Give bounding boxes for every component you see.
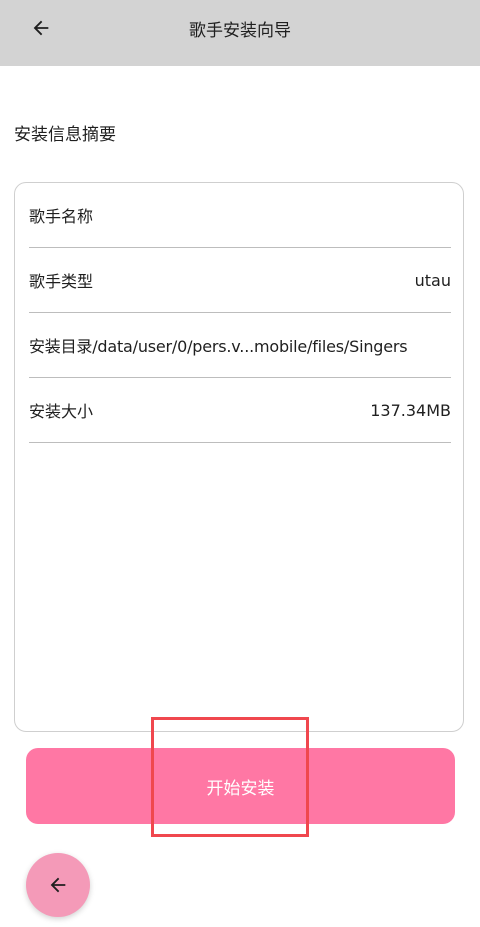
singer-name-row: 歌手名称 bbox=[29, 183, 451, 248]
singer-type-row: 歌手类型 utau bbox=[29, 248, 451, 313]
install-size-label: 安装大小 bbox=[29, 402, 94, 421]
singer-name-label: 歌手名称 bbox=[29, 207, 94, 226]
fab-back-button[interactable] bbox=[26, 853, 90, 917]
start-install-button[interactable]: 开始安装 bbox=[26, 748, 455, 824]
app-bar: 歌手安装向导 bbox=[0, 0, 480, 66]
section-title: 安装信息摘要 bbox=[14, 125, 116, 145]
install-info-card: 歌手名称 歌手类型 utau 安装目录/data/user/0/pers.v..… bbox=[14, 182, 464, 732]
arrow-left-icon bbox=[50, 877, 66, 893]
install-dir-text: 安装目录/data/user/0/pers.v...mobile/files/S… bbox=[29, 337, 408, 356]
install-size-value: 137.34MB bbox=[370, 400, 451, 420]
singer-type-value: utau bbox=[414, 270, 451, 290]
install-dir-row: 安装目录/data/user/0/pers.v...mobile/files/S… bbox=[29, 313, 451, 378]
page-title: 歌手安装向导 bbox=[189, 21, 291, 41]
install-size-row: 安装大小 137.34MB bbox=[29, 378, 451, 443]
singer-type-label: 歌手类型 bbox=[29, 272, 94, 291]
